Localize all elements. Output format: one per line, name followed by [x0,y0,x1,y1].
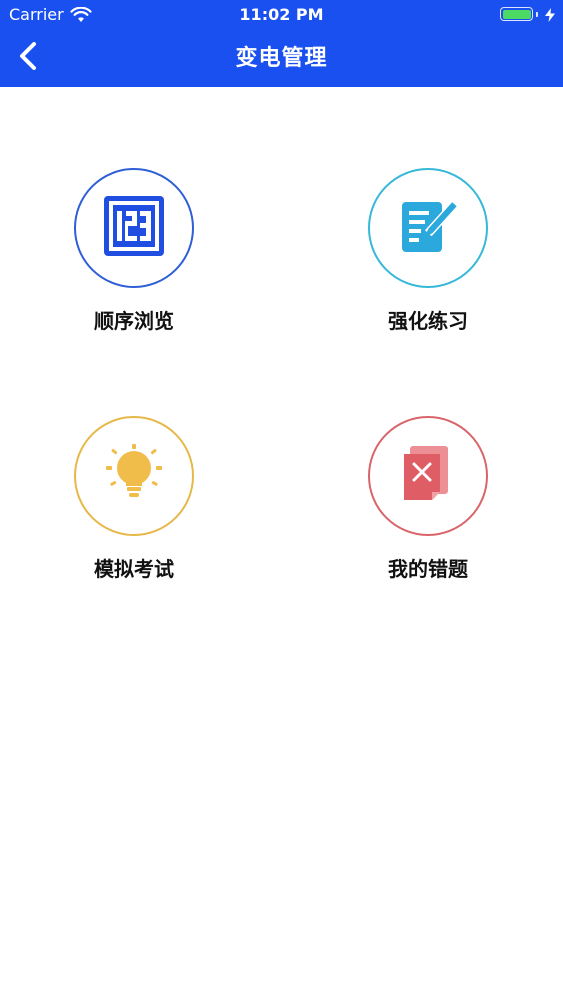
mock-exam-label: 模拟考试 [94,557,174,581]
battery-indicator [500,7,555,22]
wrong-document-icon [396,442,460,510]
sequential-browse-label: 顺序浏览 [94,309,174,333]
my-mistakes-button[interactable]: 我的错题 [340,416,520,606]
mock-exam-circle [74,416,194,536]
intensive-practice-button[interactable]: 强化练习 [340,168,520,358]
battery-cap [536,11,538,17]
document-edit-icon [396,194,460,262]
page-title: 变电管理 [235,46,328,71]
battery-level [502,9,531,19]
lightbulb-icon [102,442,166,510]
sequential-browse-button[interactable]: 顺序浏览 [46,168,226,358]
navigation-bar: 变电管理 [0,30,563,87]
number-123-icon [104,196,164,260]
my-mistakes-circle [368,416,488,536]
battery-icon [500,7,533,21]
sequential-browse-circle [74,168,194,288]
status-bar: Carrier 11:02 PM [0,0,563,30]
charging-bolt-icon [545,7,555,22]
mock-exam-button[interactable]: 模拟考试 [46,416,226,606]
status-time: 11:02 PM [239,5,324,24]
intensive-practice-circle [368,168,488,288]
my-mistakes-label: 我的错题 [388,557,468,581]
top-bar: Carrier 11:02 PM 变电管理 [0,0,563,87]
intensive-practice-label: 强化练习 [388,309,468,333]
